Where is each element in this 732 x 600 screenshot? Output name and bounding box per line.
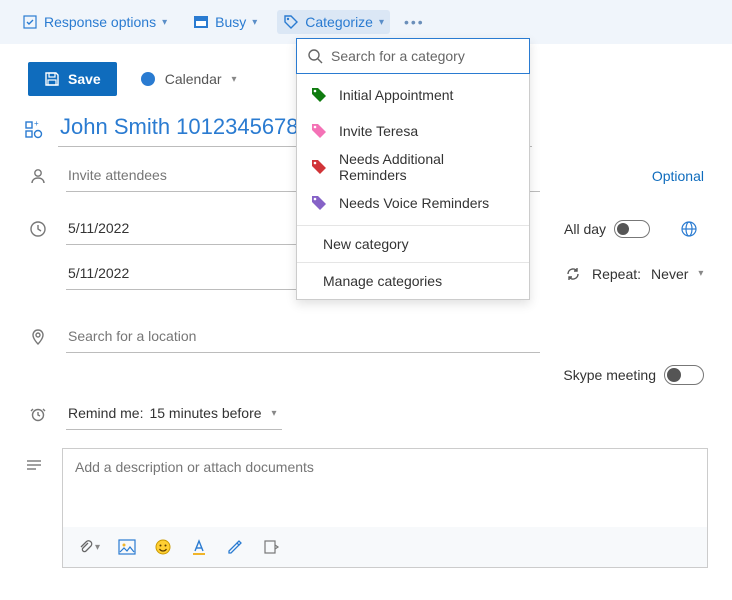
skype-label: Skype meeting xyxy=(563,367,656,383)
tag-icon xyxy=(283,14,299,30)
response-options-icon xyxy=(22,14,38,30)
title-icon: + xyxy=(24,119,44,139)
description-row: Add a description or attach documents ▾ xyxy=(0,436,732,568)
category-item[interactable]: Initial Appointment xyxy=(297,77,529,113)
all-day-label: All day xyxy=(564,221,606,237)
calendar-color-dot xyxy=(141,72,155,86)
busy-menu[interactable]: Busy ▾ xyxy=(187,10,263,34)
skype-row: Skype meeting xyxy=(0,359,732,391)
location-row: Search for a location xyxy=(0,296,732,359)
category-item[interactable]: Needs Voice Reminders xyxy=(297,185,529,221)
chevron-down-icon: ▾ xyxy=(698,268,703,279)
tag-icon xyxy=(311,159,327,175)
description-box: Add a description or attach documents ▾ xyxy=(62,448,708,568)
optional-attendees-link[interactable]: Optional xyxy=(652,168,704,184)
save-icon xyxy=(44,71,60,87)
category-search-input[interactable] xyxy=(331,48,519,64)
location-input[interactable]: Search for a location xyxy=(66,320,540,353)
category-item[interactable]: Needs Additional Reminders xyxy=(297,149,529,185)
response-options-menu[interactable]: Response options ▾ xyxy=(16,10,173,34)
skype-toggle[interactable] xyxy=(664,365,704,385)
reminder-label: Remind me: xyxy=(68,405,143,421)
categorize-menu[interactable]: Categorize ▾ xyxy=(277,10,390,34)
manage-categories-label: Manage categories xyxy=(323,273,442,289)
font-color-icon xyxy=(190,538,208,556)
emoji-icon xyxy=(154,538,172,556)
reminder-icon xyxy=(28,405,48,423)
category-label: Invite Teresa xyxy=(339,123,418,139)
highlight-icon xyxy=(226,538,244,556)
categorize-dropdown: Initial Appointment Invite Teresa Needs Ad… xyxy=(296,38,530,300)
new-category-label: New category xyxy=(323,236,409,252)
event-icon: + xyxy=(24,119,44,139)
more-formatting-button[interactable] xyxy=(262,538,280,556)
all-day-toggle[interactable] xyxy=(614,220,650,238)
tag-icon xyxy=(311,195,327,211)
attach-button[interactable]: ▾ xyxy=(77,539,100,555)
chevron-down-icon: ▾ xyxy=(232,74,237,85)
description-icon xyxy=(24,448,44,568)
start-date-value: 5/11/2022 xyxy=(68,220,129,236)
description-input[interactable]: Add a description or attach documents xyxy=(63,449,707,527)
category-label: Needs Additional Reminders xyxy=(339,151,515,183)
skype-meeting-group: Skype meeting xyxy=(563,365,704,385)
chevron-down-icon: ▾ xyxy=(162,17,167,28)
font-color-button[interactable] xyxy=(190,538,208,556)
repeat-label: Repeat: xyxy=(592,266,641,282)
repeat-value[interactable]: Never xyxy=(651,266,688,282)
reminder-row: Remind me: 15 minutes before ▾ xyxy=(0,391,732,436)
busy-label: Busy xyxy=(215,14,246,30)
more-actions-button[interactable]: ••• xyxy=(404,14,425,30)
category-label: Initial Appointment xyxy=(339,87,453,103)
repeat-group: Repeat: Never ▾ xyxy=(564,265,703,283)
chevron-down-icon: ▾ xyxy=(95,542,100,553)
location-icon xyxy=(28,328,48,346)
svg-text:+: + xyxy=(34,119,39,128)
reminder-picker[interactable]: Remind me: 15 minutes before ▾ xyxy=(66,397,282,430)
repeat-icon xyxy=(564,265,582,283)
busy-icon xyxy=(193,15,209,29)
tag-icon xyxy=(311,87,327,103)
save-button[interactable]: Save xyxy=(28,62,117,96)
reminder-value: 15 minutes before xyxy=(149,405,261,421)
category-item[interactable]: Invite Teresa xyxy=(297,113,529,149)
tag-icon xyxy=(311,123,327,139)
chevron-down-icon: ▾ xyxy=(272,408,277,419)
category-search[interactable] xyxy=(296,38,530,74)
paperclip-icon xyxy=(77,539,93,555)
search-icon xyxy=(307,48,323,64)
image-icon xyxy=(118,539,136,555)
category-label: Needs Voice Reminders xyxy=(339,195,489,211)
response-options-label: Response options xyxy=(44,14,156,30)
categorize-label: Categorize xyxy=(305,14,373,30)
insert-image-button[interactable] xyxy=(118,539,136,555)
calendar-picker[interactable]: Calendar ▾ xyxy=(141,71,237,87)
timezone-icon[interactable] xyxy=(680,220,698,238)
description-toolbar: ▾ xyxy=(63,527,707,567)
highlight-button[interactable] xyxy=(226,538,244,556)
more-formatting-icon xyxy=(262,538,280,556)
end-date-value: 5/11/2022 xyxy=(68,265,129,281)
chevron-down-icon: ▾ xyxy=(379,17,384,28)
all-day-group: All day xyxy=(564,220,650,238)
calendar-name: Calendar xyxy=(165,71,222,87)
person-icon xyxy=(28,167,48,185)
manage-categories-item[interactable]: Manage categories xyxy=(297,263,529,299)
save-label: Save xyxy=(68,71,101,87)
category-list: Initial Appointment Invite Teresa Needs Ad… xyxy=(297,73,529,225)
insert-emoji-button[interactable] xyxy=(154,538,172,556)
new-category-item[interactable]: New category xyxy=(297,226,529,262)
chevron-down-icon: ▾ xyxy=(252,17,257,28)
clock-icon xyxy=(28,220,48,238)
